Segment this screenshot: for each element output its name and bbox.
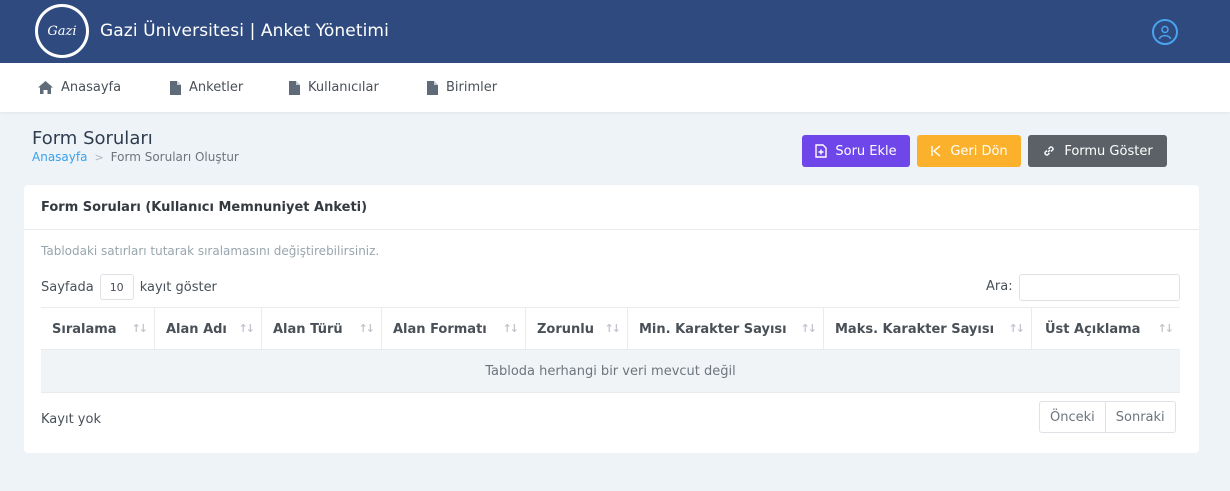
- card-title: Form Soruları (Kullanıcı Memnuniyet Anke…: [41, 200, 368, 215]
- sort-icon: ↑↓: [604, 322, 622, 335]
- nav-item-anketler[interactable]: Anketler: [170, 63, 243, 112]
- empty-table-row: Tabloda herhangi bir veri mevcut değil: [41, 350, 1180, 393]
- add-question-label: Soru Ekle: [835, 143, 897, 159]
- sort-icon: ↑↓: [502, 322, 520, 335]
- skip-back-icon: [931, 145, 941, 157]
- nav-label: Anketler: [189, 80, 244, 95]
- breadcrumb-separator: >: [94, 150, 104, 164]
- sort-icon: ↑↓: [238, 322, 256, 335]
- breadcrumb: Anasayfa > Form Soruları Oluştur: [32, 150, 239, 164]
- pagination: Önceki Sonraki: [1039, 401, 1176, 433]
- university-logo[interactable]: Gazi: [33, 2, 91, 60]
- next-page-button[interactable]: Sonraki: [1104, 402, 1175, 432]
- search-input[interactable]: [1019, 274, 1180, 301]
- user-circle-icon[interactable]: [1152, 19, 1178, 45]
- show-form-button[interactable]: Formu Göster: [1028, 135, 1167, 167]
- logo-emblem: Gazi: [38, 7, 86, 55]
- back-button[interactable]: Geri Dön: [917, 135, 1021, 167]
- column-header-alan-adi[interactable]: Alan Adı ↑↓: [155, 308, 262, 350]
- page-length-control: Sayfada 10 kayıt göster: [41, 274, 217, 300]
- column-header-min-karakter[interactable]: Min. Karakter Sayısı ↑↓: [628, 308, 824, 350]
- link-icon: [1044, 146, 1055, 156]
- nav-label: Kullanıcılar: [308, 80, 379, 95]
- column-header-siralama[interactable]: Sıralama ↑↓: [41, 308, 155, 350]
- back-label: Geri Dön: [950, 143, 1008, 159]
- page-length-select[interactable]: 10: [99, 274, 134, 300]
- table-header: Sıralama ↑↓ Alan Adı ↑↓ Alan Türü ↑↓ Alan F…: [41, 307, 1180, 350]
- file-icon: [427, 80, 438, 95]
- column-header-alan-turu[interactable]: Alan Türü ↑↓: [262, 308, 382, 350]
- page-title: Form Soruları: [32, 128, 153, 149]
- column-header-zorunlu[interactable]: Zorunlu ↑↓: [526, 308, 628, 350]
- search-label: Ara:: [986, 279, 1013, 294]
- breadcrumb-home-link[interactable]: Anasayfa: [32, 150, 87, 164]
- card-header: Form Soruları (Kullanıcı Memnuniyet Anke…: [24, 185, 1199, 230]
- length-suffix: kayıt göster: [139, 279, 217, 295]
- nav-item-kullanicilar[interactable]: Kullanıcılar: [289, 63, 379, 112]
- nav-label: Birimler: [446, 80, 498, 95]
- app-title: Gazi Üniversitesi | Anket Yönetimi: [100, 21, 389, 41]
- nav-label: Anasayfa: [61, 80, 122, 95]
- nav-item-birimler[interactable]: Birimler: [427, 63, 497, 112]
- table-info: Kayıt yok: [41, 412, 101, 427]
- add-question-button[interactable]: Soru Ekle: [802, 135, 910, 167]
- length-prefix: Sayfada: [41, 279, 94, 295]
- file-plus-icon: [815, 144, 828, 158]
- sort-icon: ↑↓: [131, 322, 149, 335]
- reorder-hint: Tablodaki satırları tutarak sıralamasını…: [41, 244, 380, 258]
- main-nav: Anasayfa Anketler Kullanıcılar Birimler: [0, 63, 1230, 112]
- column-header-alan-formati[interactable]: Alan Formatı ↑↓: [382, 308, 526, 350]
- nav-item-anasayfa[interactable]: Anasayfa: [38, 63, 121, 112]
- sort-icon: ↑↓: [800, 322, 818, 335]
- breadcrumb-current: Form Soruları Oluştur: [110, 150, 239, 164]
- sort-icon: ↑↓: [1008, 322, 1026, 335]
- sort-icon: ↑↓: [358, 322, 376, 335]
- column-header-maks-karakter[interactable]: Maks. Karakter Sayısı ↑↓: [824, 308, 1032, 350]
- home-icon: [38, 81, 53, 94]
- column-header-ust-aciklama[interactable]: Üst Açıklama ↑↓: [1032, 308, 1180, 350]
- file-icon: [170, 80, 181, 95]
- top-bar: Gazi Gazi Üniversitesi | Anket Yönetimi: [0, 0, 1230, 63]
- file-icon: [289, 80, 300, 95]
- sort-icon: ↑↓: [1157, 322, 1175, 335]
- questions-card: Form Soruları (Kullanıcı Memnuniyet Anke…: [24, 185, 1199, 453]
- show-form-label: Formu Göster: [1064, 143, 1153, 159]
- questions-table: Sıralama ↑↓ Alan Adı ↑↓ Alan Türü ↑↓ Alan F…: [41, 307, 1180, 393]
- previous-page-button[interactable]: Önceki: [1040, 402, 1105, 432]
